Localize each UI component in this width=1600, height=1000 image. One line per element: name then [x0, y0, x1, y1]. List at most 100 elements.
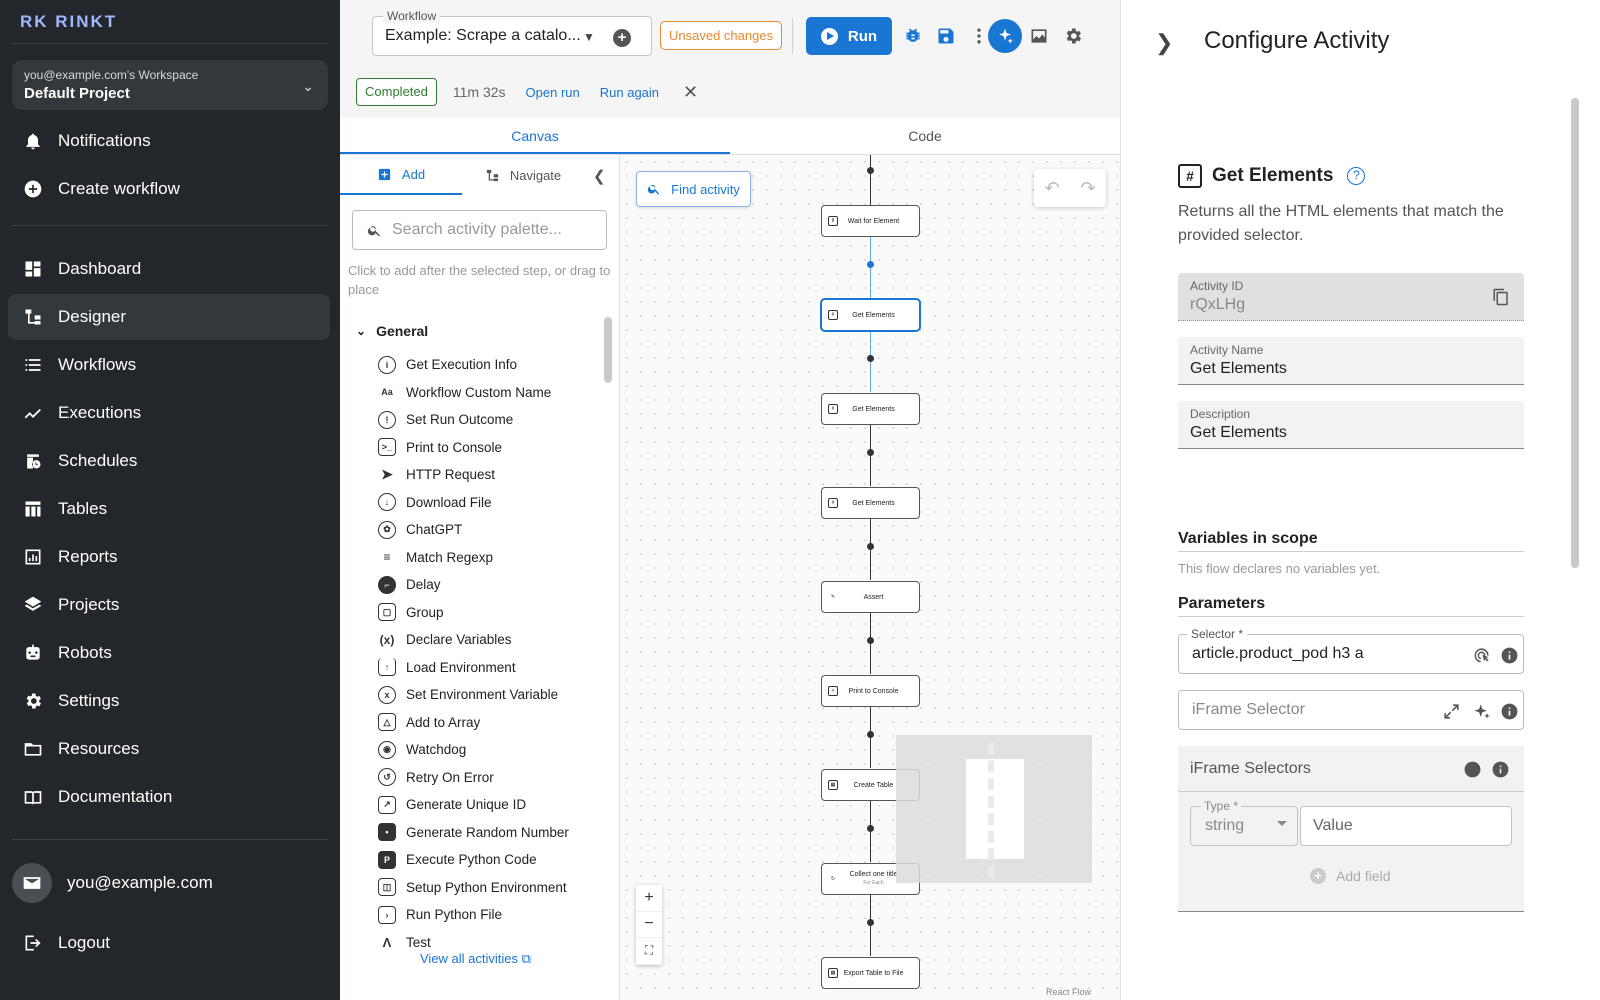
sidebar-item-executions[interactable]: Executions	[8, 390, 330, 436]
expand-icon[interactable]	[1441, 701, 1461, 721]
add-field-button[interactable]: + Add field	[1310, 868, 1390, 884]
list-item[interactable]: ➤ HTTP Request	[378, 461, 608, 489]
zoom-in-icon[interactable]: +	[636, 885, 662, 912]
redo-icon[interactable]: ↷	[1080, 178, 1095, 199]
flow-node[interactable]: ✎ Assert	[821, 581, 920, 613]
list-item[interactable]: ↗ Generate Unique ID	[378, 791, 608, 819]
scrollbar-thumb[interactable]	[1571, 98, 1579, 568]
info-icon[interactable]	[1490, 759, 1510, 779]
sidebar-item-dashboard[interactable]: Dashboard	[8, 246, 330, 292]
list-item[interactable]: ! Set Run Outcome	[378, 406, 608, 434]
selector-value[interactable]: article.product_pod h3 a	[1192, 645, 1364, 663]
add-step-handle[interactable]	[867, 261, 874, 268]
list-item[interactable]: ▢ Group	[378, 599, 608, 627]
activity-name-field[interactable]: Activity Name Get Elements	[1178, 337, 1524, 385]
sidebar-item-workflows[interactable]: Workflows	[8, 342, 330, 388]
sidebar-item-create-workflow[interactable]: Create workflow	[8, 166, 330, 212]
more-vert-icon[interactable]	[968, 25, 990, 47]
minimap[interactable]	[896, 735, 1092, 883]
sidebar-item-documentation[interactable]: Documentation	[8, 774, 330, 820]
add-step-handle[interactable]	[867, 167, 874, 174]
flow-node[interactable]: II Wait for Element	[821, 205, 920, 237]
fit-view-icon[interactable]: ⛶	[636, 938, 662, 965]
add-step-handle[interactable]	[867, 637, 874, 644]
add-step-handle[interactable]	[867, 543, 874, 550]
add-step-handle[interactable]	[867, 449, 874, 456]
sync-icon[interactable]	[1462, 759, 1482, 779]
list-item[interactable]: ◉ Watchdog	[378, 736, 608, 764]
panel-scrollbar[interactable]	[1571, 88, 1579, 988]
run-button[interactable]: Run	[806, 17, 892, 55]
sidebar-item-designer[interactable]: Designer	[8, 294, 330, 340]
list-item[interactable]: › Run Python File	[378, 901, 608, 929]
flow-node-selected[interactable]: # Get Elements	[821, 299, 920, 331]
add-step-handle[interactable]	[867, 355, 874, 362]
workflow-selector[interactable]: Workflow Example: Scrape a catalo... ▼ +	[372, 9, 652, 56]
sidebar-item-tables[interactable]: Tables	[8, 486, 330, 532]
field-value[interactable]: Get Elements	[1190, 360, 1512, 378]
list-item[interactable]: ↺ Retry On Error	[378, 764, 608, 792]
image-icon[interactable]	[1028, 25, 1050, 47]
list-item[interactable]: ◫ Setup Python Environment	[378, 874, 608, 902]
tab-code[interactable]: Code	[730, 118, 1120, 154]
debug-icon[interactable]	[902, 25, 924, 47]
info-icon[interactable]	[1499, 645, 1519, 665]
list-item[interactable]: P Execute Python Code	[378, 846, 608, 874]
find-activity-button[interactable]: Find activity	[636, 171, 751, 207]
list-item[interactable]: ⌐ Delay	[378, 571, 608, 599]
sidebar-item-projects[interactable]: Projects	[8, 582, 330, 628]
sidebar-item-schedules[interactable]: Schedules	[8, 438, 330, 484]
list-item[interactable]: x Set Environment Variable	[378, 681, 608, 709]
avatar[interactable]	[12, 863, 52, 903]
add-step-handle[interactable]	[867, 731, 874, 738]
save-icon[interactable]	[935, 25, 957, 47]
run-again-link[interactable]: Run again	[600, 85, 659, 100]
list-item[interactable]: Aa Workflow Custom Name	[378, 379, 608, 407]
chevron-right-icon[interactable]: ❯	[1155, 30, 1173, 56]
description-field[interactable]: Description Get Elements	[1178, 401, 1524, 449]
list-item[interactable]: ≡ Match Regexp	[378, 544, 608, 572]
selector-field[interactable]: Selector * article.product_pod h3 a	[1178, 627, 1524, 674]
open-run-link[interactable]: Open run	[526, 85, 580, 100]
list-item[interactable]: Λ Test	[378, 929, 608, 949]
caret-down-icon[interactable]: ▼	[583, 30, 595, 44]
logout-button[interactable]: Logout	[8, 920, 330, 966]
add-step-handle[interactable]	[867, 919, 874, 926]
palette-search[interactable]	[352, 210, 607, 250]
add-workflow-icon[interactable]: +	[613, 29, 631, 47]
view-all-activities-link[interactable]: View all activities ⧉	[420, 951, 531, 967]
flow-canvas[interactable]: Find activity ↶ ↷ II Wait for Element # Ge…	[620, 155, 1120, 1000]
list-item[interactable]: i Get Execution Info	[378, 351, 608, 379]
undo-icon[interactable]: ↶	[1044, 178, 1059, 199]
list-item[interactable]: ↓ Download File	[378, 489, 608, 517]
sidebar-item-settings[interactable]: Settings	[8, 678, 330, 724]
sidebar-item-resources[interactable]: Resources	[8, 726, 330, 772]
add-step-handle[interactable]	[867, 825, 874, 832]
tab-add[interactable]: Add	[340, 155, 462, 195]
copy-icon[interactable]	[1492, 287, 1510, 307]
element-picker-icon[interactable]	[1471, 645, 1491, 665]
zoom-out-icon[interactable]: −	[636, 912, 662, 939]
flow-node[interactable]: ▦ Export Table to File	[821, 957, 920, 989]
list-item[interactable]: △ Add to Array	[378, 709, 608, 737]
info-icon[interactable]	[1499, 701, 1519, 721]
palette-scrollbar[interactable]	[602, 305, 612, 950]
scrollbar-thumb[interactable]	[604, 317, 612, 383]
ai-assistant-button[interactable]	[988, 19, 1022, 53]
settings-icon[interactable]	[1062, 25, 1084, 47]
list-item[interactable]: ✿ ChatGPT	[378, 516, 608, 544]
iframe-selector-field[interactable]: iFrame Selector	[1178, 690, 1524, 730]
list-item[interactable]: ↑ Load Environment	[378, 654, 608, 682]
value-input[interactable]: Value	[1300, 806, 1512, 846]
list-item[interactable]: >_ Print to Console	[378, 434, 608, 462]
sparkle-icon[interactable]	[1471, 701, 1491, 721]
collapse-palette-icon[interactable]: ❮	[593, 167, 606, 185]
flow-node[interactable]: > Print to Console	[821, 675, 920, 707]
sidebar-item-notifications[interactable]: Notifications	[8, 118, 330, 164]
help-icon[interactable]: ?	[1347, 167, 1366, 185]
close-icon[interactable]: ✕	[683, 82, 698, 103]
tab-canvas[interactable]: Canvas	[340, 118, 730, 154]
list-item[interactable]: • Generate Random Number	[378, 819, 608, 847]
sidebar-item-reports[interactable]: Reports	[8, 534, 330, 580]
tab-navigate[interactable]: Navigate	[462, 155, 584, 195]
